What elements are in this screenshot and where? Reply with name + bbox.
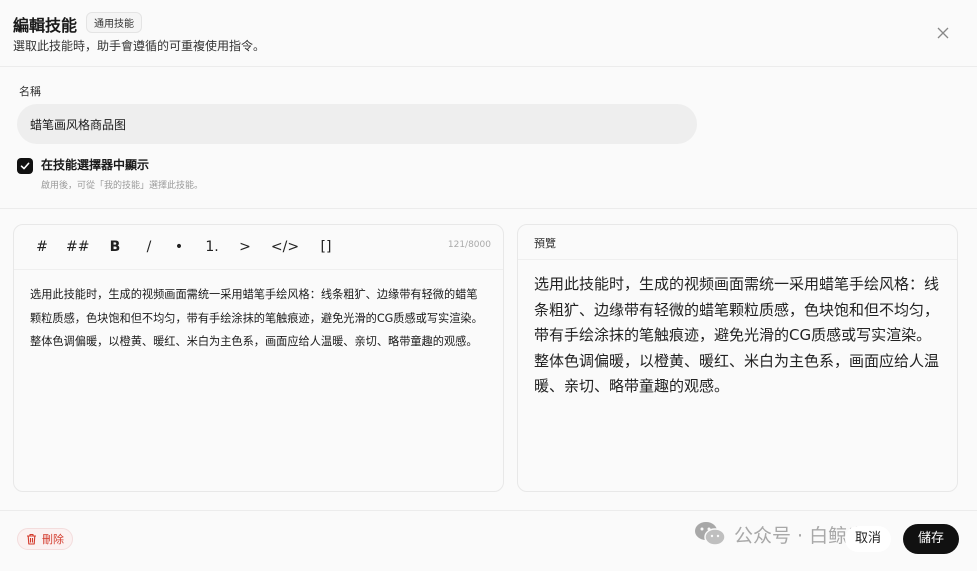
delete-label: 刪除 [42,533,64,546]
show-in-picker-hint: 啟用後，可從「我的技能」選擇此技能。 [41,181,204,191]
cancel-button[interactable]: 取消 [845,526,892,552]
heading1-button[interactable]: # [35,237,49,257]
preview-content: 选用此技能时，生成的视频画面需统一采用蜡笔手绘风格：线条粗犷、边缘带有轻微的蜡笔… [534,275,940,395]
markdown-editor: # ## B / • 1. > </> [] 121/8000 选用此技能时，生… [13,224,504,492]
footer-divider [0,510,977,511]
dialog-title: 編輯技能 [13,16,78,35]
preview-title: 預覽 [534,237,556,250]
close-icon [937,27,949,39]
numbered-list-button[interactable]: 1. [204,237,220,257]
bold-button[interactable]: B [108,237,122,257]
section-divider [0,208,977,209]
code-button[interactable]: </> [270,237,300,257]
name-input[interactable] [17,104,697,144]
checkbox-list-button[interactable]: [] [318,237,334,257]
preview-panel: 預覽 选用此技能时，生成的视频画面需统一采用蜡笔手绘风格：线条粗犷、边缘带有轻微… [517,224,958,492]
preview-header: 預覽 [518,225,957,260]
dialog-header: 編輯技能 通用技能 選取此技能時，助手會遵循的可重複使用指令。 [0,0,977,67]
wechat-icon [695,522,726,546]
close-button[interactable] [932,22,954,44]
quote-button[interactable]: > [238,237,252,257]
bullet-list-button[interactable]: • [172,237,186,257]
italic-button[interactable]: / [143,237,155,257]
check-icon [20,162,30,170]
heading2-button[interactable]: ## [66,237,89,257]
show-in-picker-label[interactable]: 在技能選擇器中顯示 [41,156,149,173]
character-counter: 121/8000 [447,240,491,250]
editor-textarea[interactable]: 选用此技能时，生成的视频画面需统一采用蜡笔手绘风格：线条粗犷、边缘带有轻微的蜡笔… [30,283,488,354]
trash-icon [27,533,36,545]
save-button[interactable]: 儲存 [903,524,959,554]
delete-button[interactable]: 刪除 [17,528,73,550]
skill-type-badge: 通用技能 [86,12,142,33]
show-in-picker-checkbox[interactable] [17,158,33,174]
dialog-subtitle: 選取此技能時，助手會遵循的可重複使用指令。 [13,39,266,53]
name-label: 名稱 [19,85,41,98]
editor-toolbar: # ## B / • 1. > </> [] 121/8000 [14,225,503,270]
